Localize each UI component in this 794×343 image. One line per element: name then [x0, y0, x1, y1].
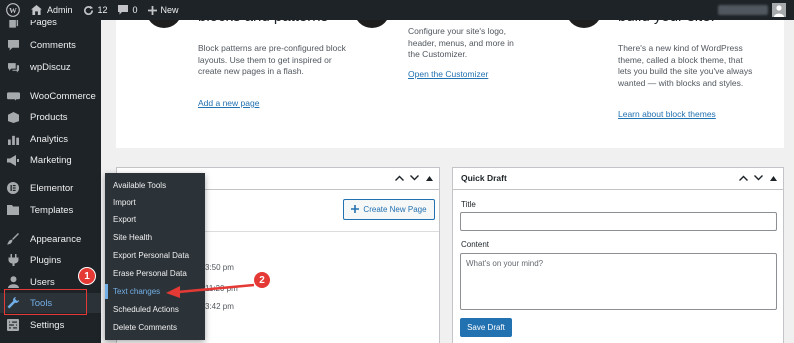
analytics-icon — [6, 132, 20, 146]
submenu-item-import[interactable]: Import — [105, 194, 205, 211]
sidebar-item-label: WooCommerce — [30, 90, 96, 102]
sidebar-item-products[interactable]: Products — [0, 107, 101, 127]
save-draft-button[interactable]: Save Draft — [460, 318, 512, 337]
plus-icon — [147, 5, 157, 15]
updates-count: 12 — [97, 5, 108, 15]
sidebar-item-label: Appearance — [30, 233, 82, 245]
sidebar-item-plugins[interactable]: Plugins — [0, 250, 101, 270]
plus-icon — [351, 204, 360, 215]
create-new-page-label: Create New Page — [363, 205, 427, 214]
sidebar-item-elementor[interactable]: Elementor — [0, 178, 101, 198]
sidebar-item-label: Users — [30, 276, 55, 288]
sidebar-item-label: Products — [30, 111, 68, 123]
refresh-icon — [83, 5, 94, 16]
draft-content-textarea[interactable]: What's on your mind? — [460, 253, 777, 310]
activity-time: 3:42 pm — [205, 302, 234, 311]
avatar[interactable] — [772, 3, 786, 17]
sidebar-item-templates[interactable]: Templates — [0, 200, 101, 220]
user-display-name[interactable] — [718, 5, 768, 15]
home-icon — [31, 5, 42, 15]
submenu-item-text-changes[interactable]: Text changes — [105, 283, 205, 300]
quick-draft-widget: Quick Draft Title Content What's on your… — [452, 167, 784, 343]
appearance-icon — [6, 232, 20, 246]
activity-time: 3:50 pm — [205, 263, 234, 272]
submenu-item-scheduled-actions[interactable]: Scheduled Actions — [105, 301, 205, 318]
new-label: New — [160, 5, 179, 15]
submenu-item-delete-comments[interactable]: Delete Comments — [105, 319, 205, 336]
comments-icon — [6, 38, 20, 52]
welcome-col3-text: There's a new kind of WordPress theme, c… — [618, 43, 753, 88]
sidebar-item-label: wpDiscuz — [30, 61, 71, 73]
wpdiscuz-icon — [6, 60, 20, 74]
step-badge-2: 2 — [254, 272, 270, 288]
wordpress-logo-icon[interactable]: W — [0, 0, 26, 20]
chevron-down-icon[interactable] — [752, 172, 764, 184]
draft-title-input[interactable] — [460, 212, 777, 231]
caret-up-icon[interactable] — [423, 172, 435, 184]
plugins-icon — [6, 253, 20, 267]
sidebar-item-settings[interactable]: Settings — [0, 315, 101, 335]
sidebar-item-comments[interactable]: Comments — [0, 35, 101, 55]
sidebar-item-wpdiscuz[interactable]: wpDiscuz — [0, 57, 101, 77]
sidebar-item-label: Analytics — [30, 133, 69, 145]
submenu-item-available-tools[interactable]: Available Tools — [105, 177, 205, 194]
new-content-link[interactable]: New — [143, 0, 184, 20]
svg-text:W: W — [9, 6, 17, 15]
sidebar-item-label: Elementor — [30, 182, 74, 194]
updates-link[interactable]: 12 — [78, 0, 113, 20]
site-name-link[interactable]: Admin — [26, 0, 78, 20]
submenu-item-export-personal-data[interactable]: Export Personal Data — [105, 247, 205, 264]
sidebar-item-label: Settings — [30, 319, 65, 331]
sidebar-item-label: Marketing — [30, 154, 72, 166]
marketing-icon — [6, 153, 20, 167]
chevron-down-icon[interactable] — [408, 172, 420, 184]
submenu-item-site-health[interactable]: Site Health — [105, 229, 205, 246]
welcome-col2-text: Configure your site's logo, header, menu… — [408, 26, 514, 59]
content-label: Content — [461, 240, 490, 249]
activity-time: 11:20 pm — [205, 284, 238, 293]
caret-up-icon[interactable] — [767, 172, 779, 184]
step-badge-1: 1 — [79, 268, 95, 284]
sidebar-item-label: Comments — [30, 39, 76, 51]
chevron-up-icon[interactable] — [393, 172, 405, 184]
add-new-page-link[interactable]: Add a new page — [198, 98, 259, 108]
sidebar-item-woocommerce[interactable]: WooCommerce — [0, 86, 101, 106]
welcome-col1-text: Block patterns are pre-configured block … — [198, 43, 346, 76]
settings-icon — [6, 318, 20, 332]
learn-block-themes-link[interactable]: Learn about block themes — [618, 109, 716, 119]
woocommerce-icon — [6, 89, 20, 103]
sidebar-item-label: Plugins — [30, 254, 62, 266]
submenu-item-export[interactable]: Export — [105, 211, 205, 228]
products-icon — [6, 110, 20, 124]
templates-icon — [6, 203, 20, 217]
sidebar-item-appearance[interactable]: Appearance — [0, 229, 101, 249]
comment-bubble-icon — [117, 5, 128, 15]
chevron-up-icon[interactable] — [737, 172, 749, 184]
welcome-panel: blocks and patterns Block patterns are p… — [116, 0, 784, 148]
comments-link[interactable]: 0 — [113, 0, 143, 20]
quick-draft-header: Quick Draft — [453, 168, 783, 190]
sidebar-item-label: Templates — [30, 204, 74, 216]
sidebar-item-analytics[interactable]: Analytics — [0, 129, 101, 149]
comments-count: 0 — [132, 5, 138, 15]
quick-draft-title: Quick Draft — [461, 173, 507, 183]
sidebar-item-marketing[interactable]: Marketing — [0, 150, 101, 170]
admin-bar: W Admin 12 0 New — [0, 0, 794, 20]
open-customizer-link[interactable]: Open the Customizer — [408, 69, 488, 79]
site-name-label: Admin — [47, 5, 73, 15]
submenu-item-erase-personal-data[interactable]: Erase Personal Data — [105, 265, 205, 282]
tools-submenu: Available Tools Import Export Site Healt… — [105, 173, 205, 340]
elementor-icon — [6, 181, 20, 195]
tools-highlight-box — [4, 289, 87, 315]
title-label: Title — [461, 200, 476, 209]
create-new-page-button[interactable]: Create New Page — [343, 199, 435, 220]
users-icon — [6, 275, 20, 289]
